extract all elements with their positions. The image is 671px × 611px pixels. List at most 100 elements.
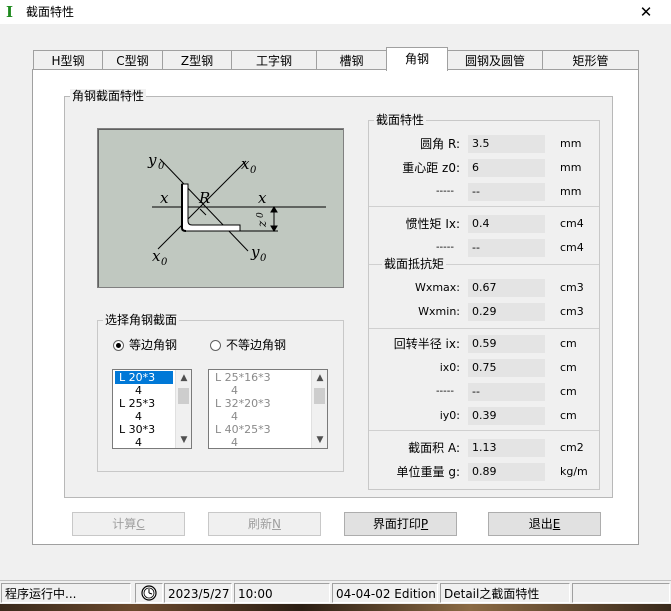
label-wxmin: Wxmin: xyxy=(418,305,460,318)
list-item[interactable]: 4 xyxy=(115,410,173,423)
label-radius: 圆角 R: xyxy=(420,137,460,151)
unit-wxmax: cm3 xyxy=(560,281,584,294)
list-item[interactable]: L 20*3 xyxy=(115,371,173,384)
value-area: 1.13 xyxy=(468,439,545,457)
scroll-up-icon[interactable]: ▲ xyxy=(176,370,191,386)
radio-unequal-angle[interactable] xyxy=(210,340,221,351)
label-z0: z xyxy=(255,220,269,228)
svg-text:0: 0 xyxy=(260,253,267,264)
exit-button[interactable]: 退出E xyxy=(488,512,601,536)
value-ix: 0.4 xyxy=(468,215,545,233)
value-blank1: -- xyxy=(468,183,545,201)
properties-title: 截面特性 xyxy=(374,113,427,127)
value-radius: 3.5 xyxy=(468,135,545,153)
label-blank3: ----- xyxy=(435,386,454,397)
label-weight: 单位重量 g: xyxy=(396,465,460,479)
divider xyxy=(369,206,599,207)
list-item[interactable]: 4 xyxy=(115,384,173,397)
scroll-up-icon[interactable]: ▲ xyxy=(312,370,327,386)
equal-angle-list[interactable]: L 20*3 4 L 25*3 4 L 30*3 4 ▲ ▼ xyxy=(112,369,192,449)
tab-rect-tube[interactable]: 矩形管 xyxy=(542,50,639,70)
tab-channel[interactable]: 槽钢 xyxy=(316,50,387,70)
window-title: 截面特性 xyxy=(26,5,75,19)
list-item[interactable]: 4 xyxy=(211,436,271,448)
calculate-button[interactable]: 计算C xyxy=(72,512,185,536)
unit-iy0: cm xyxy=(560,409,577,422)
angle-section-title: 角钢截面特性 xyxy=(70,89,147,103)
svg-text:0: 0 xyxy=(158,161,165,172)
scroll-down-icon[interactable]: ▼ xyxy=(312,432,327,448)
list-item[interactable]: L 30*3 xyxy=(115,423,173,436)
label-wxmax: Wxmax: xyxy=(414,281,460,294)
tab-round-pipe[interactable]: 圆钢及圆管 xyxy=(447,50,543,70)
unit-wxmin: cm3 xyxy=(560,305,584,318)
status-time: 10:00 xyxy=(234,583,330,603)
list-item[interactable]: L 32*20*3 xyxy=(211,397,271,410)
status-text: 程序运行中... xyxy=(1,583,131,603)
list-item[interactable]: 4 xyxy=(211,410,271,423)
value-wxmin: 0.29 xyxy=(468,303,545,321)
equal-list-scrollbar[interactable]: ▲ ▼ xyxy=(175,370,191,448)
title-bar[interactable] xyxy=(0,0,671,24)
radio-equal-angle[interactable] xyxy=(113,340,124,351)
list-item[interactable]: 4 xyxy=(115,436,173,448)
scroll-down-icon[interactable]: ▼ xyxy=(176,432,191,448)
unit-centroid: mm xyxy=(560,161,582,174)
app-icon: I xyxy=(6,3,14,21)
print-button[interactable]: 界面打印P xyxy=(344,512,457,536)
unit-area: cm2 xyxy=(560,441,584,454)
scroll-thumb[interactable] xyxy=(178,388,189,404)
list-item[interactable]: 4 xyxy=(211,384,271,397)
clock-icon-svg xyxy=(141,585,157,601)
label-area: 截面积 A: xyxy=(408,441,460,455)
unit-blank2: cm4 xyxy=(560,241,584,254)
label-x0-bottom: x xyxy=(152,247,161,265)
label-y0-top: y xyxy=(147,151,157,169)
unit-blank3: cm xyxy=(560,385,577,398)
radio-equal-label: 等边角钢 xyxy=(129,338,178,352)
close-icon[interactable]: ✕ xyxy=(628,0,664,24)
select-section-title: 选择角钢截面 xyxy=(103,313,180,327)
svg-text:0: 0 xyxy=(256,212,266,218)
label-ix: 惯性矩 Ix: xyxy=(405,217,461,231)
label-x0-top: x xyxy=(241,155,250,173)
unequal-list-scrollbar[interactable]: ▲ ▼ xyxy=(311,370,327,448)
label-blank2: ----- xyxy=(435,242,454,253)
list-item[interactable]: L 40*25*3 xyxy=(211,423,271,436)
angle-diagram: y 0 x 0 x R x z 0 x 0 y 0 xyxy=(97,128,344,288)
unit-ix: cm4 xyxy=(560,217,584,230)
list-item[interactable]: L 25*3 xyxy=(115,397,173,410)
status-extra xyxy=(572,583,670,603)
value-weight: 0.89 xyxy=(468,463,545,481)
clock-icon xyxy=(135,583,163,603)
list-item[interactable]: L 25*16*3 xyxy=(211,371,271,384)
unequal-angle-list[interactable]: L 25*16*3 4 L 32*20*3 4 L 40*25*3 4 ▲ ▼ xyxy=(208,369,328,449)
unit-weight: kg/m xyxy=(560,465,588,478)
divider xyxy=(369,328,599,329)
label-x-left: x xyxy=(160,189,169,207)
status-edition: 04-04-02 Edition xyxy=(332,583,438,603)
svg-text:0: 0 xyxy=(250,165,257,176)
svg-text:0: 0 xyxy=(161,257,168,268)
value-iy0: 0.39 xyxy=(468,407,545,425)
value-ix0: 0.75 xyxy=(468,359,545,377)
angle-diagram-svg: y 0 x 0 x R x z 0 x 0 y 0 xyxy=(147,151,326,268)
tab-c-steel[interactable]: C型钢 xyxy=(102,50,163,70)
tab-z-steel[interactable]: Z型钢 xyxy=(162,50,232,70)
tab-h-steel[interactable]: H型钢 xyxy=(33,50,103,70)
value-rix: 0.59 xyxy=(468,335,545,353)
label-rix: 回转半径 ix: xyxy=(393,337,460,351)
value-wxmax: 0.67 xyxy=(468,279,545,297)
value-blank3: -- xyxy=(468,383,545,401)
label-iy0: iy0: xyxy=(439,409,460,422)
refresh-button[interactable]: 刷新N xyxy=(208,512,321,536)
tab-i-beam[interactable]: 工字钢 xyxy=(231,50,317,70)
label-R: R xyxy=(198,189,210,207)
scroll-thumb[interactable] xyxy=(314,388,325,404)
value-blank2: -- xyxy=(468,239,545,257)
value-centroid: 6 xyxy=(468,159,545,177)
divider xyxy=(369,430,599,431)
desktop-background-strip xyxy=(0,604,671,611)
unit-rix: cm xyxy=(560,337,577,350)
tab-angle[interactable]: 角钢 xyxy=(386,47,448,71)
